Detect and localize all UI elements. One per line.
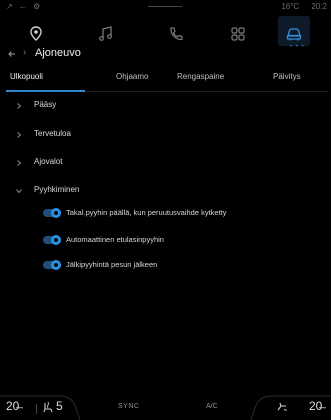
temperature-right[interactable]: 20̶: [309, 399, 322, 413]
tab-ohjaamo[interactable]: Ohjaamo: [116, 72, 148, 81]
toggle-knob: [51, 235, 61, 245]
toggle-label: Jälkipyyhintä pesun jälkeen: [66, 260, 158, 269]
music-note-icon[interactable]: [96, 24, 116, 44]
chevron-right-icon: [17, 160, 22, 166]
toggle-switch[interactable]: [43, 208, 61, 218]
temperature-left[interactable]: 20̶: [6, 399, 19, 413]
menu-item-tervetuloa[interactable]: Tervetuloa: [0, 125, 331, 149]
back-arrow-icon[interactable]: [7, 47, 17, 59]
menu-item-label: Pyyhkiminen: [34, 185, 80, 194]
tab-rengaspaine[interactable]: Rengaspaine: [177, 72, 224, 81]
toggle-label: Automaattinen etulasinpyyhin: [66, 235, 164, 244]
page-title: Ajoneuvo: [35, 47, 81, 59]
tab-paivitys[interactable]: Päivitys: [273, 72, 301, 81]
wiper-option-auto[interactable]: Automaattinen etulasinpyyhin: [0, 233, 331, 255]
page-header: › Ajoneuvo: [0, 44, 331, 64]
menu-item-pyyhkiminen[interactable]: Pyyhkiminen: [0, 181, 331, 205]
active-tab-indicator: [6, 90, 85, 92]
menu-item-paasy[interactable]: Pääsy: [0, 96, 331, 120]
seat-heat-level: 5: [56, 399, 63, 413]
phone-icon[interactable]: [166, 24, 186, 44]
chevron-down-icon: [16, 189, 22, 194]
clock: 20:2: [311, 2, 327, 11]
fan-seat-icon[interactable]: [276, 401, 288, 413]
outside-temperature: 16°C: [281, 2, 300, 11]
breadcrumb-separator: ›: [23, 47, 27, 58]
toggle-knob: [51, 260, 61, 270]
climate-bar: 20̶ 5 SYNC A/C 20̶: [0, 395, 331, 420]
toggle-knob: [51, 208, 61, 218]
apps-grid-icon[interactable]: [228, 24, 248, 44]
seat-heat-icon[interactable]: [42, 401, 54, 413]
wiper-option-reverse[interactable]: Takal.pyyhin päällä, kun peruutusvaihde …: [0, 206, 331, 228]
menu-item-label: Pääsy: [34, 100, 57, 109]
navigation-pin-icon[interactable]: [26, 24, 46, 44]
tab-bar: Ulkopuoli Ohjaamo Rengaspaine Päivitys: [0, 70, 331, 96]
status-bar: ↗ ← ⚙ 16°C 20:2: [0, 0, 331, 14]
status-right: 16°C 20:2: [271, 2, 327, 11]
chevron-right-icon: [17, 132, 22, 138]
sync-button[interactable]: SYNC: [118, 403, 139, 410]
status-handle: [148, 6, 182, 7]
menu-item-label: Tervetuloa: [34, 129, 71, 138]
menu-item-ajovalot[interactable]: Ajovalot: [0, 153, 331, 177]
toggle-switch[interactable]: [43, 235, 61, 245]
wiper-option-after-wash[interactable]: Jälkipyyhintä pesun jälkeen: [0, 258, 331, 280]
menu-item-label: Ajovalot: [34, 157, 63, 166]
ac-button[interactable]: A/C: [206, 403, 218, 410]
status-icons: ↗ ← ⚙: [6, 2, 43, 11]
toggle-label: Takal.pyyhin päällä, kun peruutusvaihde …: [66, 208, 227, 217]
chevron-right-icon: [17, 103, 22, 109]
car-icon[interactable]: [284, 24, 304, 44]
bar-separator: [36, 404, 37, 414]
toggle-switch[interactable]: [43, 260, 61, 270]
tab-ulkopuoli[interactable]: Ulkopuoli: [10, 72, 43, 81]
